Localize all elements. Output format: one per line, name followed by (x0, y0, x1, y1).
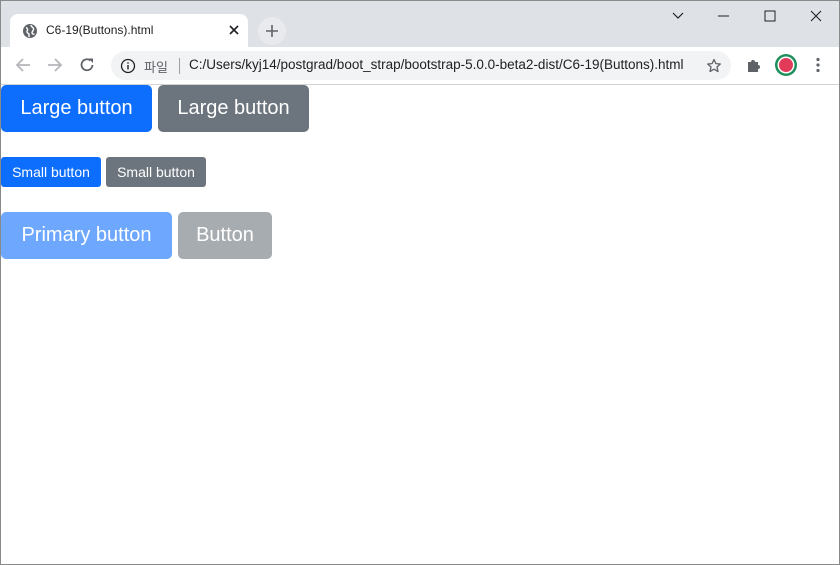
reload-icon[interactable] (73, 51, 101, 79)
browser-toolbar: 파일 C:/Users/kyj14/postgrad/boot_strap/bo… (1, 47, 839, 85)
small-secondary-button[interactable]: Small button (106, 157, 206, 187)
tab-active[interactable]: C6-19(Buttons).html (10, 14, 248, 47)
maximize-icon[interactable] (747, 1, 793, 31)
tab-strip: C6-19(Buttons).html (1, 1, 839, 47)
large-primary-button[interactable]: Large button (1, 85, 152, 132)
forward-arrow-icon[interactable] (41, 51, 69, 79)
chevron-down-icon[interactable] (655, 1, 701, 31)
profile-avatar-icon[interactable] (772, 51, 800, 79)
address-bar[interactable]: 파일 C:/Users/kyj14/postgrad/boot_strap/bo… (111, 51, 731, 80)
address-separator (179, 58, 180, 74)
page-content: Large button Large button Small button S… (1, 85, 839, 564)
address-url[interactable]: C:/Users/kyj14/postgrad/boot_strap/boots… (189, 57, 699, 72)
globe-icon (22, 23, 38, 39)
disabled-primary-button: Primary button (1, 212, 172, 259)
plus-icon[interactable] (258, 17, 286, 45)
more-vert-icon[interactable] (804, 51, 832, 79)
close-icon[interactable] (793, 1, 839, 31)
star-icon[interactable] (704, 56, 724, 76)
small-primary-button[interactable]: Small button (1, 157, 101, 187)
disabled-secondary-button: Button (178, 212, 272, 259)
browser-window: C6-19(Buttons).html 파일 C:/Users/kyj14/po… (0, 0, 840, 565)
minimize-icon[interactable] (701, 1, 747, 31)
back-arrow-icon[interactable] (9, 51, 37, 79)
large-secondary-button[interactable]: Large button (158, 85, 309, 132)
scheme-label: 파일 (144, 60, 168, 75)
info-icon[interactable] (120, 58, 136, 74)
tab-title: C6-19(Buttons).html (46, 23, 154, 37)
puzzle-icon[interactable] (740, 51, 768, 79)
tab-close-icon[interactable] (225, 21, 243, 39)
